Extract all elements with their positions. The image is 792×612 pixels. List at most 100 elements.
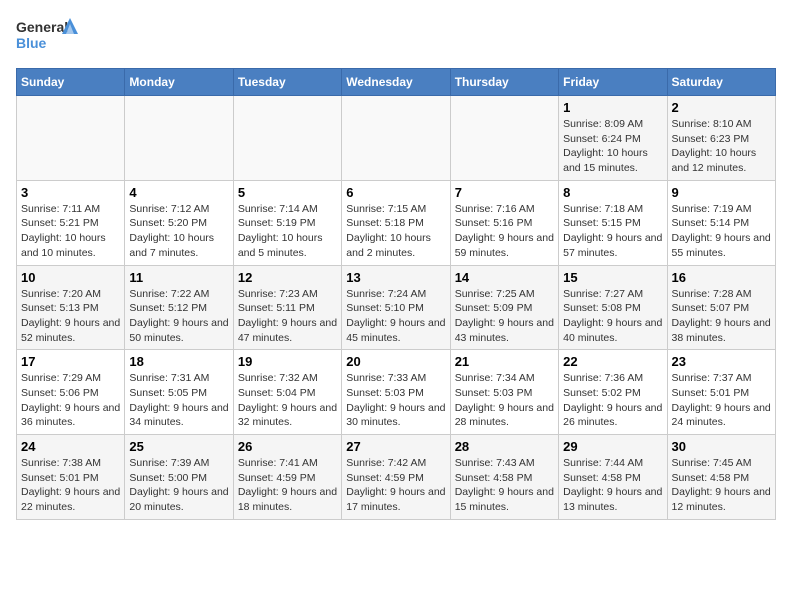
day-number: 29 xyxy=(563,439,662,454)
day-number: 3 xyxy=(21,185,120,200)
calendar-week-5: 24 Sunrise: 7:38 AM Sunset: 5:01 PM Dayli… xyxy=(17,435,776,520)
calendar-cell: 24 Sunrise: 7:38 AM Sunset: 5:01 PM Dayli… xyxy=(17,435,125,520)
day-number: 2 xyxy=(672,100,771,115)
weekday-header-thursday: Thursday xyxy=(450,69,558,96)
weekday-header-friday: Friday xyxy=(559,69,667,96)
day-number: 7 xyxy=(455,185,554,200)
day-number: 25 xyxy=(129,439,228,454)
calendar-header: SundayMondayTuesdayWednesdayThursdayFrid… xyxy=(17,69,776,96)
day-info: Sunrise: 7:43 AM Sunset: 4:58 PM Dayligh… xyxy=(455,456,554,515)
day-info: Sunrise: 7:25 AM Sunset: 5:09 PM Dayligh… xyxy=(455,287,554,346)
day-info: Sunrise: 7:31 AM Sunset: 5:05 PM Dayligh… xyxy=(129,371,228,430)
weekday-header-tuesday: Tuesday xyxy=(233,69,341,96)
day-number: 16 xyxy=(672,270,771,285)
calendar-cell: 6 Sunrise: 7:15 AM Sunset: 5:18 PM Daylig… xyxy=(342,180,450,265)
weekday-header-monday: Monday xyxy=(125,69,233,96)
day-number: 23 xyxy=(672,354,771,369)
day-number: 27 xyxy=(346,439,445,454)
day-info: Sunrise: 7:16 AM Sunset: 5:16 PM Dayligh… xyxy=(455,202,554,261)
calendar-cell: 19 Sunrise: 7:32 AM Sunset: 5:04 PM Dayli… xyxy=(233,350,341,435)
calendar-cell: 2Sunrise: 8:10 AM Sunset: 6:23 PM Daylig… xyxy=(667,96,775,181)
calendar-cell: 11Sunrise: 7:22 AM Sunset: 5:12 PM Dayli… xyxy=(125,265,233,350)
day-number: 30 xyxy=(672,439,771,454)
day-info: Sunrise: 7:32 AM Sunset: 5:04 PM Dayligh… xyxy=(238,371,337,430)
calendar-cell: 23 Sunrise: 7:37 AM Sunset: 5:01 PM Dayli… xyxy=(667,350,775,435)
calendar-cell: 7 Sunrise: 7:16 AM Sunset: 5:16 PM Daylig… xyxy=(450,180,558,265)
calendar-cell: 21Sunrise: 7:34 AM Sunset: 5:03 PM Dayli… xyxy=(450,350,558,435)
calendar-cell: 17 Sunrise: 7:29 AM Sunset: 5:06 PM Dayli… xyxy=(17,350,125,435)
page-header: General Blue xyxy=(16,16,776,56)
day-number: 13 xyxy=(346,270,445,285)
day-info: Sunrise: 7:24 AM Sunset: 5:10 PM Dayligh… xyxy=(346,287,445,346)
calendar-cell xyxy=(233,96,341,181)
calendar-cell: 26 Sunrise: 7:41 AM Sunset: 4:59 PM Dayli… xyxy=(233,435,341,520)
calendar-cell: 1 Sunrise: 8:09 AM Sunset: 6:24 PM Daylig… xyxy=(559,96,667,181)
day-number: 19 xyxy=(238,354,337,369)
day-info: Sunrise: 7:15 AM Sunset: 5:18 PM Dayligh… xyxy=(346,202,445,261)
day-info: Sunrise: 7:27 AM Sunset: 5:08 PM Dayligh… xyxy=(563,287,662,346)
day-info: Sunrise: 7:23 AM Sunset: 5:11 PM Dayligh… xyxy=(238,287,337,346)
calendar-cell: 9 Sunrise: 7:19 AM Sunset: 5:14 PM Daylig… xyxy=(667,180,775,265)
day-info: Sunrise: 7:11 AM Sunset: 5:21 PM Dayligh… xyxy=(21,202,120,261)
weekday-header-saturday: Saturday xyxy=(667,69,775,96)
calendar-cell xyxy=(450,96,558,181)
calendar-week-3: 10Sunrise: 7:20 AM Sunset: 5:13 PM Dayli… xyxy=(17,265,776,350)
calendar-cell: 4 Sunrise: 7:12 AM Sunset: 5:20 PM Daylig… xyxy=(125,180,233,265)
calendar-cell: 8 Sunrise: 7:18 AM Sunset: 5:15 PM Daylig… xyxy=(559,180,667,265)
calendar-cell: 15 Sunrise: 7:27 AM Sunset: 5:08 PM Dayli… xyxy=(559,265,667,350)
day-info: Sunrise: 7:18 AM Sunset: 5:15 PM Dayligh… xyxy=(563,202,662,261)
svg-text:General: General xyxy=(16,19,68,35)
calendar-cell: 14 Sunrise: 7:25 AM Sunset: 5:09 PM Dayli… xyxy=(450,265,558,350)
day-number: 24 xyxy=(21,439,120,454)
calendar-cell: 13 Sunrise: 7:24 AM Sunset: 5:10 PM Dayli… xyxy=(342,265,450,350)
day-number: 8 xyxy=(563,185,662,200)
day-info: Sunrise: 7:38 AM Sunset: 5:01 PM Dayligh… xyxy=(21,456,120,515)
day-info: Sunrise: 7:20 AM Sunset: 5:13 PM Dayligh… xyxy=(21,287,120,346)
day-info: Sunrise: 7:44 AM Sunset: 4:58 PM Dayligh… xyxy=(563,456,662,515)
calendar-cell: 20 Sunrise: 7:33 AM Sunset: 5:03 PM Dayli… xyxy=(342,350,450,435)
day-number: 6 xyxy=(346,185,445,200)
day-number: 18 xyxy=(129,354,228,369)
day-number: 4 xyxy=(129,185,228,200)
day-number: 15 xyxy=(563,270,662,285)
calendar-cell xyxy=(342,96,450,181)
day-info: Sunrise: 7:28 AM Sunset: 5:07 PM Dayligh… xyxy=(672,287,771,346)
svg-text:Blue: Blue xyxy=(16,35,47,51)
day-info: Sunrise: 7:33 AM Sunset: 5:03 PM Dayligh… xyxy=(346,371,445,430)
calendar-cell: 28 Sunrise: 7:43 AM Sunset: 4:58 PM Dayli… xyxy=(450,435,558,520)
calendar-cell: 5 Sunrise: 7:14 AM Sunset: 5:19 PM Daylig… xyxy=(233,180,341,265)
weekday-header-wednesday: Wednesday xyxy=(342,69,450,96)
day-info: Sunrise: 7:14 AM Sunset: 5:19 PM Dayligh… xyxy=(238,202,337,261)
day-info: Sunrise: 7:37 AM Sunset: 5:01 PM Dayligh… xyxy=(672,371,771,430)
calendar-table: SundayMondayTuesdayWednesdayThursdayFrid… xyxy=(16,68,776,520)
day-info: Sunrise: 8:09 AM Sunset: 6:24 PM Dayligh… xyxy=(563,117,662,176)
day-info: Sunrise: 7:12 AM Sunset: 5:20 PM Dayligh… xyxy=(129,202,228,261)
day-number: 1 xyxy=(563,100,662,115)
day-info: Sunrise: 7:41 AM Sunset: 4:59 PM Dayligh… xyxy=(238,456,337,515)
day-number: 17 xyxy=(21,354,120,369)
calendar-cell xyxy=(17,96,125,181)
calendar-week-4: 17 Sunrise: 7:29 AM Sunset: 5:06 PM Dayli… xyxy=(17,350,776,435)
day-number: 28 xyxy=(455,439,554,454)
day-number: 26 xyxy=(238,439,337,454)
day-info: Sunrise: 7:29 AM Sunset: 5:06 PM Dayligh… xyxy=(21,371,120,430)
calendar-cell: 29 Sunrise: 7:44 AM Sunset: 4:58 PM Dayli… xyxy=(559,435,667,520)
calendar-cell: 10Sunrise: 7:20 AM Sunset: 5:13 PM Dayli… xyxy=(17,265,125,350)
day-number: 20 xyxy=(346,354,445,369)
calendar-week-2: 3 Sunrise: 7:11 AM Sunset: 5:21 PM Daylig… xyxy=(17,180,776,265)
calendar-cell: 12Sunrise: 7:23 AM Sunset: 5:11 PM Dayli… xyxy=(233,265,341,350)
day-number: 21 xyxy=(455,354,554,369)
calendar-cell: 27Sunrise: 7:42 AM Sunset: 4:59 PM Dayli… xyxy=(342,435,450,520)
day-number: 22 xyxy=(563,354,662,369)
day-info: Sunrise: 7:19 AM Sunset: 5:14 PM Dayligh… xyxy=(672,202,771,261)
calendar-cell: 3 Sunrise: 7:11 AM Sunset: 5:21 PM Daylig… xyxy=(17,180,125,265)
day-number: 5 xyxy=(238,185,337,200)
calendar-week-1: 1 Sunrise: 8:09 AM Sunset: 6:24 PM Daylig… xyxy=(17,96,776,181)
calendar-cell xyxy=(125,96,233,181)
logo: General Blue xyxy=(16,16,86,56)
day-info: Sunrise: 7:36 AM Sunset: 5:02 PM Dayligh… xyxy=(563,371,662,430)
day-number: 11 xyxy=(129,270,228,285)
day-info: Sunrise: 7:45 AM Sunset: 4:58 PM Dayligh… xyxy=(672,456,771,515)
day-number: 14 xyxy=(455,270,554,285)
day-number: 9 xyxy=(672,185,771,200)
